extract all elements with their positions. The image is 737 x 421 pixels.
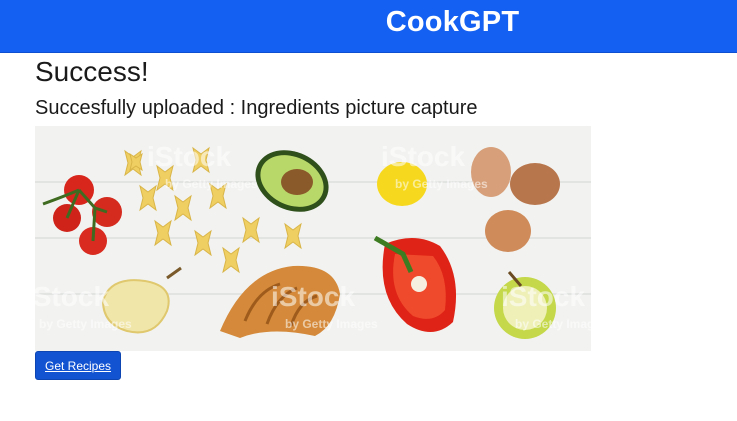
ingredients-photo: iStock by Getty Images iStock by Getty I… xyxy=(35,126,591,351)
get-recipes-button[interactable]: Get Recipes xyxy=(35,351,121,380)
svg-text:by Getty Images: by Getty Images xyxy=(285,317,378,331)
svg-text:by Getty Images: by Getty Images xyxy=(395,177,488,191)
svg-text:iStock: iStock xyxy=(147,141,231,172)
svg-text:iStock: iStock xyxy=(271,281,355,312)
svg-text:iStock: iStock xyxy=(381,141,465,172)
svg-text:iStock: iStock xyxy=(35,281,109,312)
page-title: Success! xyxy=(35,56,149,87)
upload-status-message: Succesfully uploaded : Ingredients pictu… xyxy=(35,97,478,119)
svg-text:iStock: iStock xyxy=(501,281,585,312)
app-title: CookGPT xyxy=(385,6,520,38)
app-header: CookGPT xyxy=(0,0,737,53)
svg-text:by Getty Images: by Getty Images xyxy=(515,317,591,331)
svg-text:by Getty Images: by Getty Images xyxy=(165,177,258,191)
svg-text:by Getty Images: by Getty Images xyxy=(39,317,132,331)
